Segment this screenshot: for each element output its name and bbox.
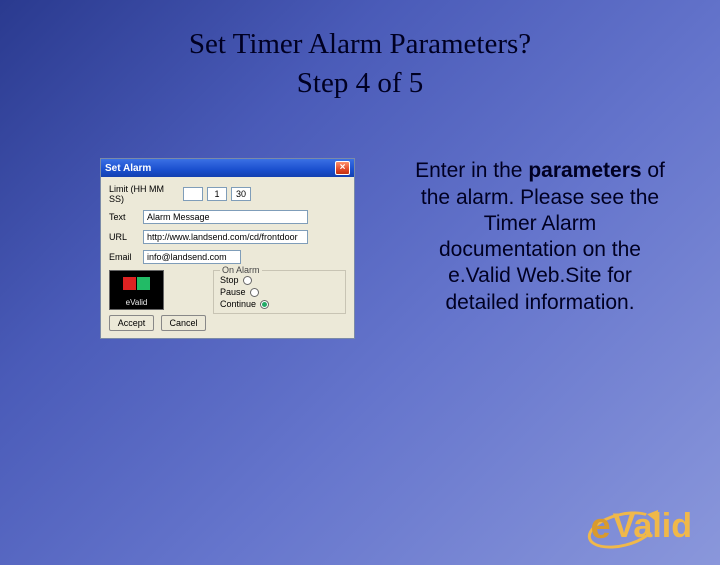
limit-ss-input[interactable]: 30: [231, 187, 251, 201]
close-icon[interactable]: ×: [335, 161, 350, 175]
text-input[interactable]: Alarm Message: [143, 210, 308, 224]
text-label: Text: [109, 212, 139, 222]
stop-option[interactable]: Stop: [220, 275, 340, 285]
continue-option[interactable]: Continue: [220, 299, 340, 309]
dialog-title-text: Set Alarm: [105, 163, 151, 174]
title-line-1: Set Timer Alarm Parameters?: [189, 28, 531, 60]
url-input[interactable]: http://www.landsend.com/cd/frontdoor: [143, 230, 308, 244]
radio-icon: [260, 300, 269, 309]
radio-icon: [243, 276, 252, 285]
accept-button[interactable]: Accept: [109, 315, 154, 331]
pause-label: Pause: [220, 287, 246, 297]
cancel-button[interactable]: Cancel: [161, 315, 206, 331]
set-alarm-dialog: Set Alarm × Limit (HH MM SS) 1 30 Text A…: [100, 158, 355, 339]
email-label: Email: [109, 252, 139, 262]
page-title: Set Timer Alarm Parameters? Step 4 of 5: [0, 25, 720, 103]
instruction-bold: parameters: [528, 159, 641, 182]
pause-option[interactable]: Pause: [220, 287, 340, 297]
limit-mm-input[interactable]: 1: [207, 187, 227, 201]
on-alarm-group: On Alarm Stop Pause Continue: [213, 270, 346, 314]
logo-e: e: [591, 505, 611, 547]
continue-label: Continue: [220, 299, 256, 309]
badge-red-square: [123, 277, 136, 290]
radio-icon: [250, 288, 259, 297]
dialog-body: Limit (HH MM SS) 1 30 Text Alarm Message…: [101, 177, 354, 338]
instruction-text: Enter in the parameters of the alarm. Pl…: [415, 158, 665, 316]
evalid-logo: eValid: [591, 505, 692, 547]
evalid-badge: eValid: [109, 270, 164, 310]
email-input[interactable]: info@landsend.com: [143, 250, 241, 264]
on-alarm-label: On Alarm: [220, 265, 262, 275]
left-lower: eValid Accept Cancel: [109, 270, 206, 331]
instruction-rest: of the alarm. Please see the Timer Alarm…: [421, 159, 665, 313]
content-row: Set Alarm × Limit (HH MM SS) 1 30 Text A…: [0, 158, 720, 339]
limit-hh-input[interactable]: [183, 187, 203, 201]
title-line-2: Step 4 of 5: [297, 67, 423, 99]
dialog-title-bar: Set Alarm ×: [101, 159, 354, 177]
limit-label: Limit (HH MM SS): [109, 184, 179, 204]
badge-text: eValid: [126, 298, 148, 307]
instruction-lead: Enter in the: [415, 159, 528, 182]
stop-label: Stop: [220, 275, 239, 285]
badge-green-square: [137, 277, 150, 290]
url-label: URL: [109, 232, 139, 242]
